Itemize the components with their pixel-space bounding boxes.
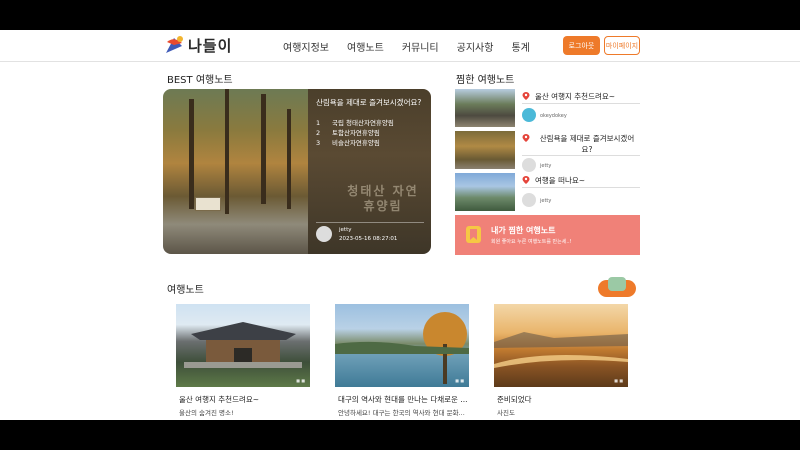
- best-photo: [163, 89, 308, 254]
- divider: [522, 155, 640, 156]
- note-card[interactable]: ■ ■ 대구의 역사와 현대를 만나는 다채로운 ... 안녕하세요! 대구는 …: [335, 304, 469, 420]
- best-user: jetty: [339, 227, 352, 233]
- site-header: 나들이 여행지정보 여행노트 커뮤니티 공지사항 통계 로그아웃 마이페이지: [0, 30, 800, 62]
- bookmark-icon: [466, 226, 481, 243]
- watermark: ■ ■: [296, 378, 305, 383]
- notes-section-title: 여행노트: [167, 285, 204, 296]
- best-list-item: 3 비슬산자연휴양림: [316, 139, 380, 147]
- nav-item-statistics[interactable]: 통계: [511, 39, 529, 54]
- page: 나들이 여행지정보 여행노트 커뮤니티 공지사항 통계 로그아웃 마이페이지 B…: [0, 30, 800, 420]
- note-title: 울산 여행지 추천드려요~: [179, 395, 260, 404]
- note-thumbnail: ■ ■: [494, 304, 628, 387]
- bottom-black-bar: [0, 420, 800, 450]
- note-card[interactable]: ■ ■ 울산 여행지 추천드려요~ 울산의 숨겨진 명소!: [176, 304, 310, 420]
- best-place-list: 1 국립 청태산자연휴양림 2 토함산자연휴양림 3 비슬산자연휴양림: [316, 118, 394, 148]
- best-photo-text: 청태산 자연휴양림: [347, 184, 419, 213]
- note-card[interactable]: ■ ■ 준비되었다 사진도: [494, 304, 628, 420]
- mypage-button[interactable]: 마이페이지: [604, 36, 640, 55]
- nav-item-notice[interactable]: 공지사항: [457, 39, 494, 54]
- bookmark-title: 울산 여행지 추천드려요~: [535, 92, 616, 101]
- note-title: 준비되었다: [497, 395, 532, 404]
- divider: [316, 222, 424, 223]
- bookmark-item[interactable]: 울산 여행지 추천드려요~ okeydokey: [455, 89, 640, 127]
- logo-icon: [163, 34, 185, 56]
- bookmark-user: okeydokey: [540, 113, 567, 119]
- banner-subtitle: 회원 좋아요 누른 여행노트를 만는세..!: [491, 239, 572, 245]
- bookmark-title: 여행을 떠나요~: [535, 176, 586, 185]
- watermark: ■ ■: [455, 378, 464, 383]
- write-note-button[interactable]: [598, 277, 636, 297]
- avatar: [522, 158, 536, 172]
- avatar: [522, 193, 536, 207]
- bookmark-item[interactable]: 여행을 떠나요~ jetty: [455, 173, 640, 211]
- logo[interactable]: 나들이: [163, 34, 232, 56]
- bookmark-thumbnail: [455, 131, 515, 169]
- note-thumbnail: ■ ■: [176, 304, 310, 387]
- sign-image: [195, 197, 221, 211]
- banner-title: 내가 찜한 여행노트: [491, 226, 556, 235]
- best-list-item: 1 국립 청태산자연휴양림: [316, 119, 394, 127]
- note-description: 안녕하세요! 대구는 한국의 역사와 현대 문화...: [338, 409, 465, 417]
- note-description: 사진도: [497, 409, 515, 417]
- logout-button[interactable]: 로그아웃: [563, 36, 600, 55]
- bookmark-section-title: 찜한 여행노트: [456, 75, 515, 86]
- bookmark-title: 산림욕을 제대로 즐겨보시겠어요?: [539, 134, 635, 154]
- watermark: ■ ■: [614, 378, 623, 383]
- nav-item-travel-info[interactable]: 여행지정보: [283, 39, 329, 54]
- divider: [522, 103, 640, 104]
- bookmark-item[interactable]: 산림욕을 제대로 즐겨보시겠어요? jetty: [455, 131, 640, 172]
- write-icon: [608, 277, 626, 291]
- top-black-bar: [0, 0, 800, 30]
- avatar: [316, 226, 332, 242]
- note-thumbnail: ■ ■: [335, 304, 469, 387]
- location-pin-icon: [522, 134, 530, 142]
- bookmark-thumbnail: [455, 89, 515, 127]
- bookmark-user: jetty: [540, 198, 552, 204]
- divider: [522, 187, 640, 188]
- bookmark-user: jetty: [540, 163, 552, 169]
- note-title: 대구의 역사와 현대를 만나는 다채로운 ...: [338, 395, 468, 404]
- bookmark-thumbnail: [455, 173, 515, 211]
- nav-item-travel-note[interactable]: 여행노트: [347, 39, 384, 54]
- note-description: 울산의 숨겨진 명소!: [179, 409, 234, 417]
- my-bookmarks-banner[interactable]: 내가 찜한 여행노트 회원 좋아요 누른 여행노트를 만는세..!: [455, 215, 640, 255]
- best-section-title: BEST 여행노트: [167, 75, 233, 86]
- avatar: [522, 108, 536, 122]
- best-title: 산림욕을 제대로 즐겨보시겠어요?: [316, 98, 422, 107]
- nav-item-community[interactable]: 커뮤니티: [402, 39, 439, 54]
- logo-text: 나들이: [188, 36, 233, 55]
- best-list-item: 2 토함산자연휴양림: [316, 129, 380, 137]
- best-info-panel: 청태산 자연휴양림 산림욕을 제대로 즐겨보시겠어요? 1 국립 청태산자연휴양림…: [308, 89, 431, 254]
- location-pin-icon: [522, 176, 530, 184]
- best-date: 2023-05-16 08:27:01: [339, 236, 398, 242]
- best-note-card[interactable]: 청태산 자연휴양림 산림욕을 제대로 즐겨보시겠어요? 1 국립 청태산자연휴양림…: [163, 89, 431, 254]
- main-nav: 여행지정보 여행노트 커뮤니티 공지사항 통계: [283, 39, 530, 54]
- location-pin-icon: [522, 92, 530, 100]
